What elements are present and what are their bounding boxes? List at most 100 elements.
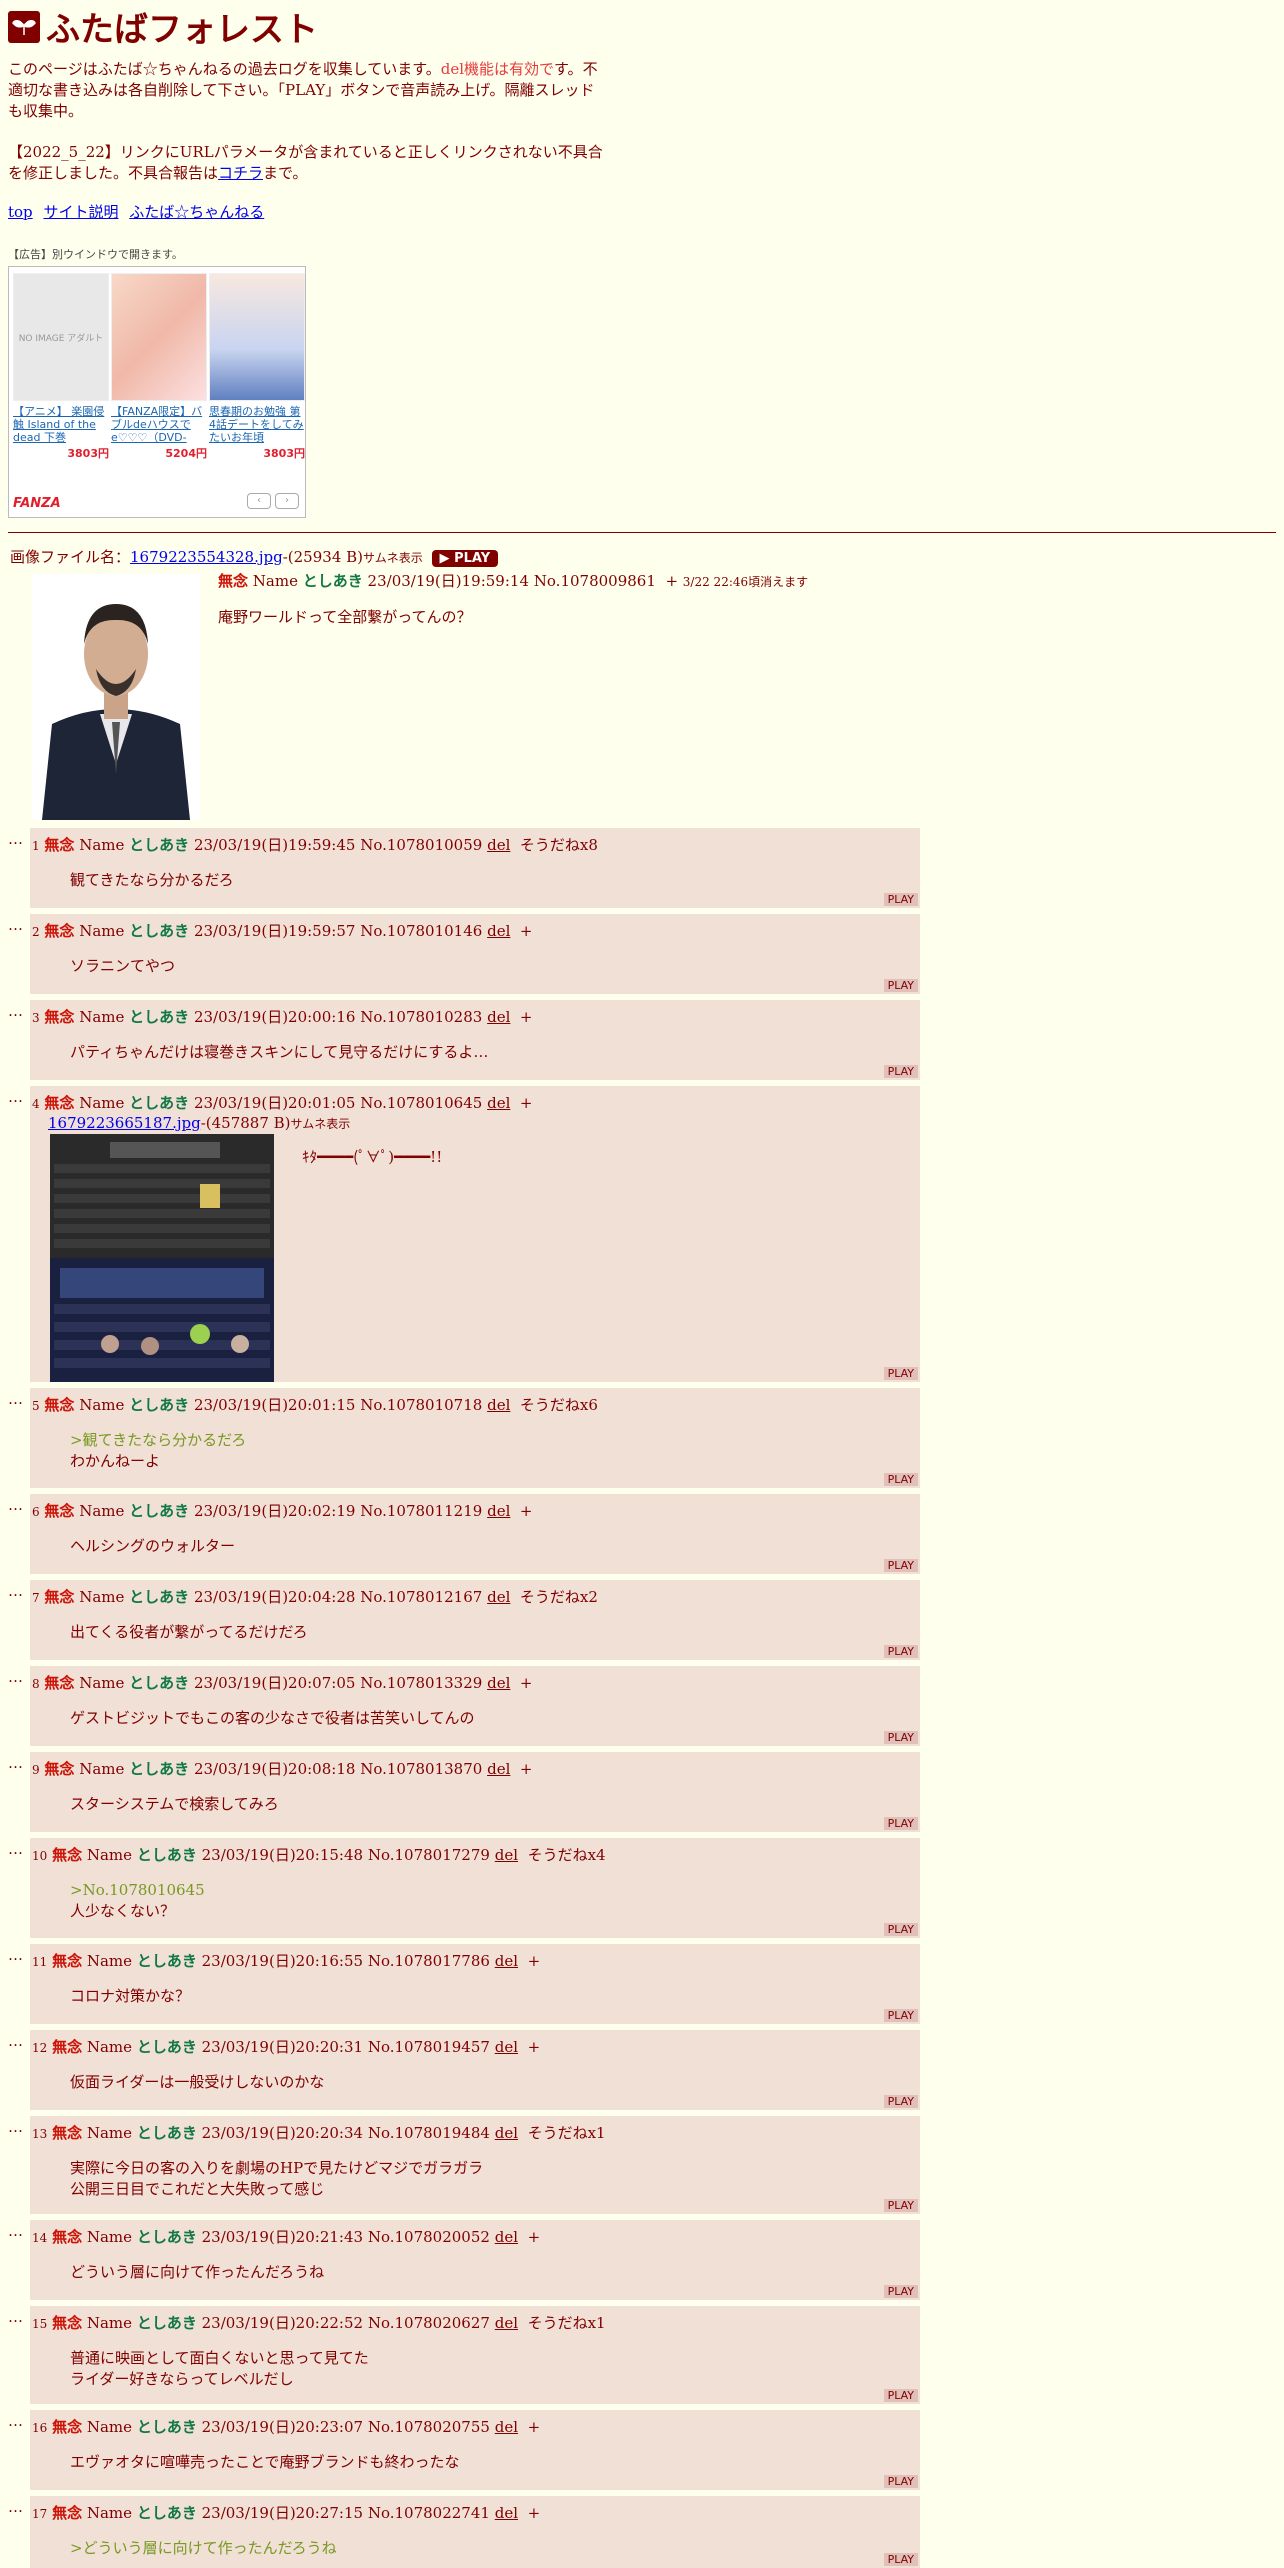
ad-title[interactable]: 思春期のお勉強 第4話デートをしてみたいお年頃 xyxy=(209,405,305,445)
post-number[interactable]: No.1078010645 xyxy=(360,1094,482,1112)
ad-image[interactable]: NO IMAGE アダルト xyxy=(13,273,109,401)
soudane-button[interactable]: そうだねx4 xyxy=(528,1846,606,1864)
report-link[interactable]: コチラ xyxy=(218,164,263,182)
post-number[interactable]: No.1078013329 xyxy=(360,1674,482,1692)
del-link[interactable]: del xyxy=(495,2418,518,2436)
del-link[interactable]: del xyxy=(487,1094,510,1112)
soudane-button[interactable]: + xyxy=(528,2038,541,2056)
play-button[interactable]: PLAY xyxy=(883,2199,918,2212)
post-number[interactable]: No.1078022741 xyxy=(368,2504,490,2522)
ad-item[interactable]: NO IMAGE アダルト 【アニメ】 楽園侵触 Island of the d… xyxy=(13,273,109,461)
del-link[interactable]: del xyxy=(487,836,510,854)
soudane-button[interactable]: + xyxy=(665,572,678,590)
op-post: 画像ファイル名：1679223554328.jpg-(25934 B)サムネ表示… xyxy=(10,546,1210,820)
nav-top-link[interactable]: top xyxy=(8,203,33,221)
op-file-link[interactable]: 1679223554328.jpg xyxy=(130,548,283,566)
play-button[interactable]: PLAY xyxy=(883,2285,918,2298)
del-link[interactable]: del xyxy=(495,2124,518,2142)
soudane-button[interactable]: + xyxy=(528,2418,541,2436)
name-label: Name xyxy=(79,836,125,854)
soudane-button[interactable]: + xyxy=(520,1760,533,1778)
del-link[interactable]: del xyxy=(495,2228,518,2246)
reply-post: … 3 無念 Name としあき 23/03/19(日)20:00:16 No.1… xyxy=(8,1000,920,1080)
reply-index: 15 xyxy=(32,2317,48,2331)
del-link[interactable]: del xyxy=(487,1760,510,1778)
play-button[interactable]: PLAY xyxy=(883,2095,918,2108)
play-button[interactable]: PLAY xyxy=(883,1367,918,1380)
del-link[interactable]: del xyxy=(495,1952,518,1970)
del-link[interactable]: del xyxy=(487,922,510,940)
soudane-button[interactable]: + xyxy=(528,2228,541,2246)
play-button[interactable]: PLAY xyxy=(883,1645,918,1658)
soudane-button[interactable]: + xyxy=(520,1674,533,1692)
play-button[interactable]: PLAY xyxy=(883,893,918,906)
ad-image[interactable] xyxy=(111,273,207,401)
soudane-button[interactable]: + xyxy=(528,2504,541,2522)
post-number[interactable]: No.1078017786 xyxy=(368,1952,490,1970)
del-link[interactable]: del xyxy=(487,1502,510,1520)
del-link[interactable]: del xyxy=(487,1396,510,1414)
post-number[interactable]: No.1078019457 xyxy=(368,2038,490,2056)
thumb-label[interactable]: サムネ表示 xyxy=(291,1117,351,1131)
play-button[interactable]: PLAY xyxy=(883,1923,918,1936)
post-number[interactable]: No.1078011219 xyxy=(360,1502,482,1520)
del-link[interactable]: del xyxy=(495,2504,518,2522)
play-button[interactable]: PLAY xyxy=(883,1731,918,1744)
del-link[interactable]: del xyxy=(487,1674,510,1692)
reply-index: 10 xyxy=(32,1849,48,1863)
nav-about-link[interactable]: サイト説明 xyxy=(43,203,118,221)
soudane-button[interactable]: + xyxy=(528,1952,541,1970)
soudane-button[interactable]: + xyxy=(520,1094,533,1112)
soudane-button[interactable]: + xyxy=(520,922,533,940)
ad-title[interactable]: 【アニメ】 楽園侵触 Island of the dead 下巻 xyxy=(13,405,109,445)
ad-item[interactable]: 【FANZA限定】バブルdeハウスでe♡♡♡（DVD-PG） オリジナ… 520… xyxy=(111,273,207,461)
play-button[interactable]: PLAY xyxy=(883,1817,918,1830)
play-button[interactable]: PLAY xyxy=(883,2389,918,2402)
play-button[interactable]: PLAY xyxy=(883,1065,918,1078)
post-number[interactable]: No.1078020755 xyxy=(368,2418,490,2436)
soudane-button[interactable]: + xyxy=(520,1008,533,1026)
post-number[interactable]: No.1078019484 xyxy=(368,2124,490,2142)
play-button[interactable]: ▶ PLAY xyxy=(431,549,499,567)
play-button[interactable]: PLAY xyxy=(883,2475,918,2488)
play-button[interactable]: PLAY xyxy=(883,979,918,992)
reply-text: 人少なくない？ xyxy=(70,1902,176,1920)
post-number[interactable]: No.1078010146 xyxy=(360,922,482,940)
post-number[interactable]: No.1078017279 xyxy=(368,1846,490,1864)
ad-image[interactable] xyxy=(209,273,305,401)
post-number[interactable]: No.1078010718 xyxy=(360,1396,482,1414)
play-button[interactable]: PLAY xyxy=(883,2009,918,2022)
soudane-button[interactable]: そうだねx8 xyxy=(520,836,598,854)
del-link[interactable]: del xyxy=(495,1846,518,1864)
post-number[interactable]: No.1078009861 xyxy=(534,572,656,590)
ad-title[interactable]: 【FANZA限定】バブルdeハウスでe♡♡♡（DVD-PG） オリジナ… xyxy=(111,405,207,445)
post-number[interactable]: No.1078020052 xyxy=(368,2228,490,2246)
reply-image[interactable] xyxy=(50,1134,274,1382)
reply-file-link[interactable]: 1679223665187.jpg xyxy=(48,1114,201,1132)
post-number[interactable]: No.1078010059 xyxy=(360,836,482,854)
site-title[interactable]: ふたばフォレスト xyxy=(8,2,608,51)
post-number[interactable]: No.1078012167 xyxy=(360,1588,482,1606)
play-button[interactable]: PLAY xyxy=(883,1559,918,1572)
thumb-label[interactable]: サムネ表示 xyxy=(363,551,423,565)
soudane-button[interactable]: そうだねx2 xyxy=(520,1588,598,1606)
soudane-button[interactable]: そうだねx6 xyxy=(520,1396,598,1414)
del-link[interactable]: del xyxy=(487,1588,510,1606)
play-button[interactable]: PLAY xyxy=(883,1473,918,1486)
post-number[interactable]: No.1078020627 xyxy=(368,2314,490,2332)
reply-box: 16 無念 Name としあき 23/03/19(日)20:23:07 No.1… xyxy=(30,2410,920,2490)
del-link[interactable]: del xyxy=(495,2314,518,2332)
del-link[interactable]: del xyxy=(487,1008,510,1026)
chevron-left-icon[interactable]: ‹ xyxy=(247,493,271,509)
post-number[interactable]: No.1078010283 xyxy=(360,1008,482,1026)
chevron-right-icon[interactable]: › xyxy=(275,493,299,509)
soudane-button[interactable]: + xyxy=(520,1502,533,1520)
del-link[interactable]: del xyxy=(495,2038,518,2056)
post-number[interactable]: No.1078013870 xyxy=(360,1760,482,1778)
nav-futaba-link[interactable]: ふたば☆ちゃんねる xyxy=(129,203,264,221)
soudane-button[interactable]: そうだねx1 xyxy=(528,2314,606,2332)
op-image[interactable] xyxy=(32,574,200,820)
ad-item[interactable]: 思春期のお勉強 第4話デートをしてみたいお年頃 3803円 xyxy=(209,273,305,461)
soudane-button[interactable]: そうだねx1 xyxy=(528,2124,606,2142)
play-button[interactable]: PLAY xyxy=(883,2553,918,2566)
